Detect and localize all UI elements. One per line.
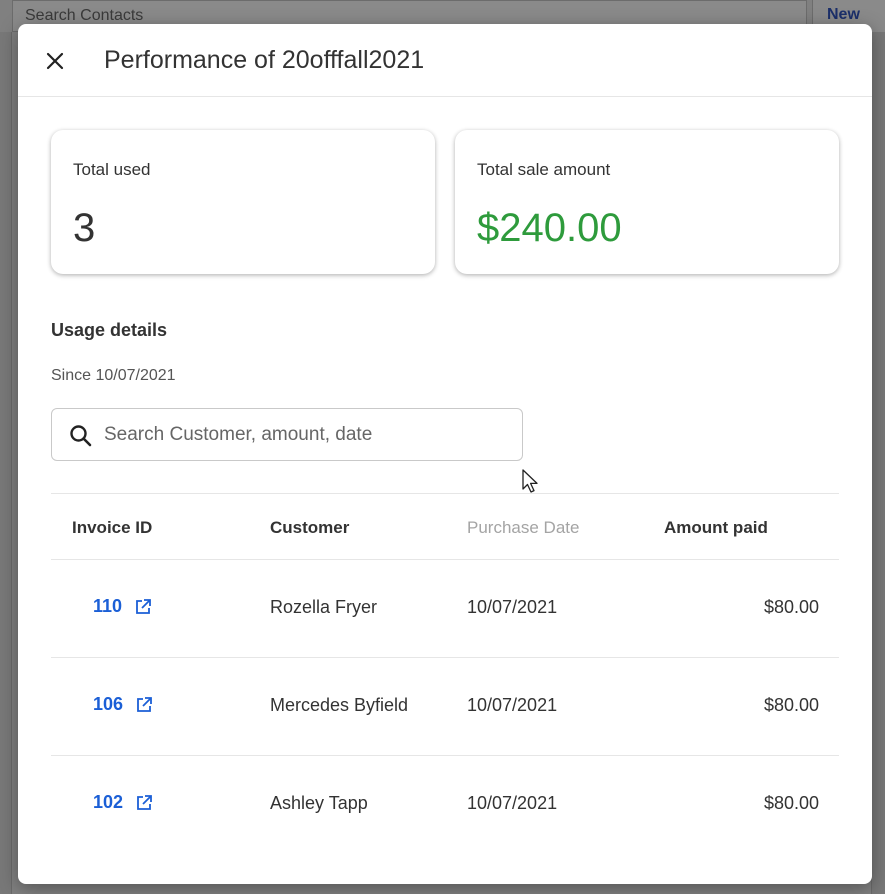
background-right-edge bbox=[871, 32, 885, 894]
amount-paid: $80.00 bbox=[763, 695, 819, 715]
external-link-icon[interactable] bbox=[135, 696, 153, 714]
total-used-card: Total used 3 bbox=[51, 130, 435, 274]
customer-name: Mercedes Byfield bbox=[270, 695, 409, 715]
invoice-id[interactable]: 110 bbox=[93, 596, 122, 617]
customer-name: Ashley Tapp bbox=[270, 793, 368, 813]
purchase-date: 10/07/2021 bbox=[467, 597, 558, 617]
total-sale-value: $240.00 bbox=[477, 206, 622, 250]
external-link-icon[interactable] bbox=[134, 598, 152, 616]
search-icon bbox=[70, 425, 92, 447]
close-icon bbox=[46, 52, 64, 70]
purchase-date: 10/07/2021 bbox=[467, 793, 558, 813]
invoice-link[interactable]: 102 bbox=[93, 792, 153, 813]
total-used-label: Total used bbox=[73, 160, 151, 179]
invoice-id[interactable]: 106 bbox=[93, 694, 123, 715]
table-header: Invoice ID Customer Purchase Date Amount… bbox=[51, 493, 839, 560]
external-link-icon[interactable] bbox=[135, 794, 153, 812]
table-row: 106 Mercedes Byfield 10/07/2021 $80.00 bbox=[51, 658, 839, 756]
amount-paid: $80.00 bbox=[763, 793, 819, 813]
amount-paid: $80.00 bbox=[763, 597, 819, 617]
usage-since-text: Since 10/07/2021 bbox=[51, 367, 176, 384]
header-amount-paid[interactable]: Amount paid bbox=[664, 518, 768, 538]
total-sale-label: Total sale amount bbox=[477, 160, 611, 179]
mouse-cursor-icon bbox=[522, 469, 538, 493]
header-purchase-date[interactable]: Purchase Date bbox=[467, 518, 579, 538]
total-sale-card: Total sale amount $240.00 bbox=[455, 130, 839, 274]
usage-table: Invoice ID Customer Purchase Date Amount… bbox=[51, 493, 839, 854]
background-left-edge bbox=[0, 32, 12, 894]
close-button[interactable] bbox=[42, 48, 68, 74]
purchase-date: 10/07/2021 bbox=[467, 695, 558, 715]
performance-modal: Performance of 20offfall2021 Total used … bbox=[18, 24, 872, 884]
table-row: 110 Rozella Fryer 10/07/2021 $80.00 bbox=[51, 560, 839, 658]
header-customer[interactable]: Customer bbox=[270, 518, 349, 538]
usage-search-box[interactable] bbox=[51, 408, 523, 461]
invoice-id[interactable]: 102 bbox=[93, 792, 123, 813]
invoice-link[interactable]: 110 bbox=[93, 596, 152, 617]
total-used-value: 3 bbox=[73, 206, 96, 250]
usage-search-input[interactable] bbox=[104, 421, 504, 449]
table-row: 102 Ashley Tapp 10/07/2021 $80.00 bbox=[51, 756, 839, 854]
invoice-link[interactable]: 106 bbox=[93, 694, 153, 715]
customer-name: Rozella Fryer bbox=[270, 597, 378, 617]
usage-details-title: Usage details bbox=[51, 320, 168, 340]
modal-title: Performance of 20offfall2021 bbox=[104, 46, 425, 74]
header-invoice-id[interactable]: Invoice ID bbox=[72, 518, 152, 538]
modal-header: Performance of 20offfall2021 bbox=[18, 24, 872, 97]
